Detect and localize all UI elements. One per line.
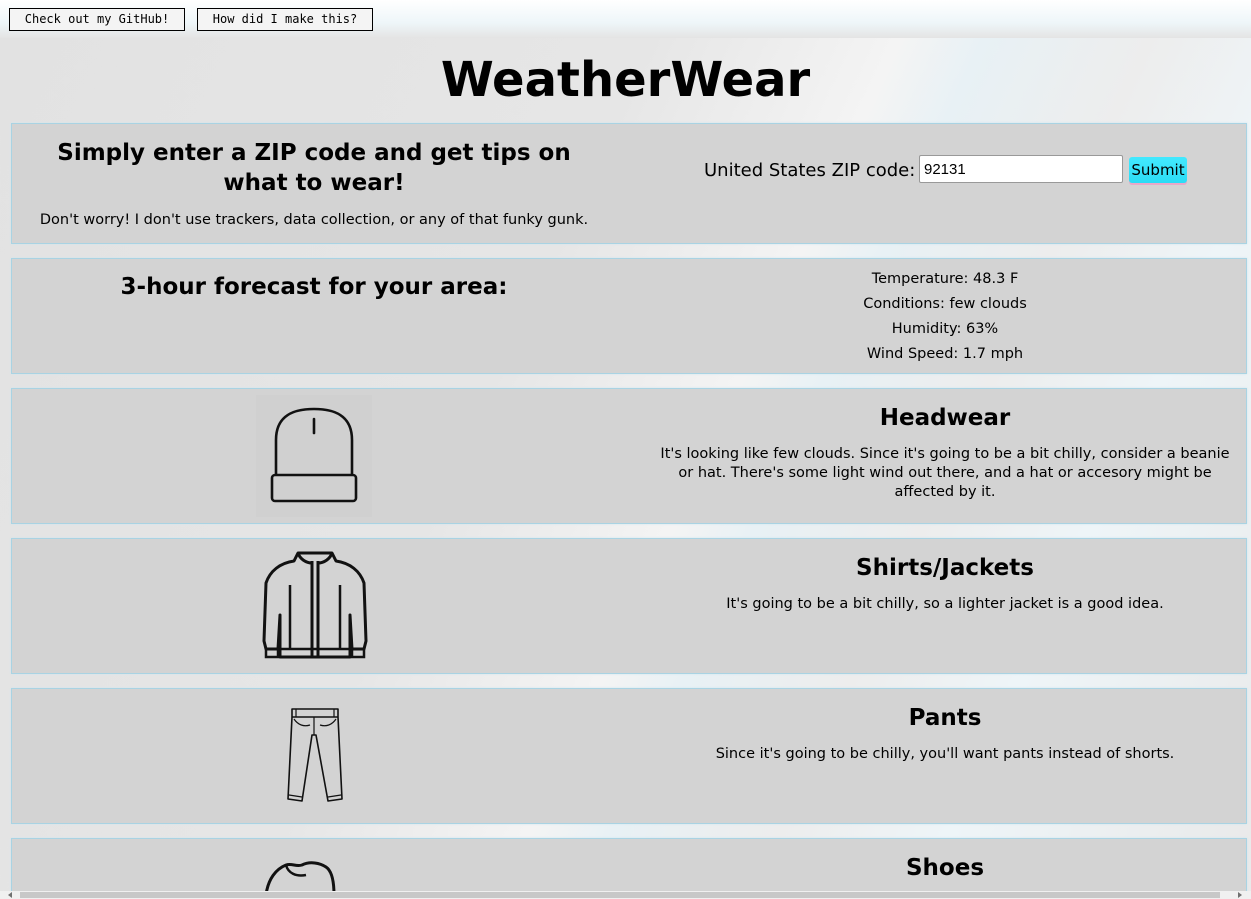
headwear-text: It's looking like few clouds. Since it's…: [660, 446, 1230, 500]
privacy-note: Don't worry! I don't use trackers, data …: [39, 212, 589, 228]
shoes-panel: Shoes: [11, 838, 1247, 899]
intro-heading: Simply enter a ZIP code and get tips on …: [57, 140, 571, 196]
zip-label: United States ZIP code:: [704, 160, 916, 181]
jeans-icon: [284, 705, 346, 805]
app-title: WeatherWear: [440, 52, 811, 108]
forecast-heading: 3-hour forecast for your area:: [120, 274, 508, 300]
jacket-icon: [260, 545, 370, 665]
shirts-text: It's going to be a bit chilly, so a ligh…: [726, 596, 1164, 612]
forecast-list: Temperature: 48.3 F Conditions: few clou…: [630, 267, 1251, 367]
how-made-button[interactable]: How did I make this?: [197, 8, 373, 31]
headwear-panel: Headwear It's looking like few clouds. S…: [11, 388, 1247, 524]
temperature-value: Temperature: 48.3 F: [871, 271, 1019, 287]
beanie-icon: [256, 395, 372, 517]
scroll-right-icon[interactable]: [1238, 892, 1242, 898]
shirts-title: Shirts/Jackets: [856, 555, 1034, 581]
submit-button[interactable]: Submit: [1129, 157, 1187, 183]
headwear-title: Headwear: [879, 405, 1011, 431]
scrollbar-thumb[interactable]: [20, 892, 1220, 898]
shoes-title: Shoes: [905, 855, 985, 881]
scroll-left-icon[interactable]: [8, 892, 12, 898]
horizontal-scrollbar[interactable]: [0, 891, 1251, 899]
pants-text: Since it's going to be chilly, you'll wa…: [715, 746, 1175, 762]
shirts-panel: Shirts/Jackets It's going to be a bit ch…: [11, 538, 1247, 674]
top-bar: [0, 0, 1251, 38]
github-button[interactable]: Check out my GitHub!: [9, 8, 185, 31]
humidity-value: Humidity: 63%: [891, 321, 999, 337]
conditions-value: Conditions: few clouds: [863, 296, 1027, 312]
forecast-panel: 3-hour forecast for your area: Temperatu…: [11, 258, 1247, 374]
pants-panel: Pants Since it's going to be chilly, you…: [11, 688, 1247, 824]
wind-speed-value: Wind Speed: 1.7 mph: [866, 346, 1024, 362]
zip-panel: Simply enter a ZIP code and get tips on …: [11, 123, 1247, 244]
zip-input[interactable]: [919, 155, 1123, 183]
pants-title: Pants: [908, 705, 982, 731]
